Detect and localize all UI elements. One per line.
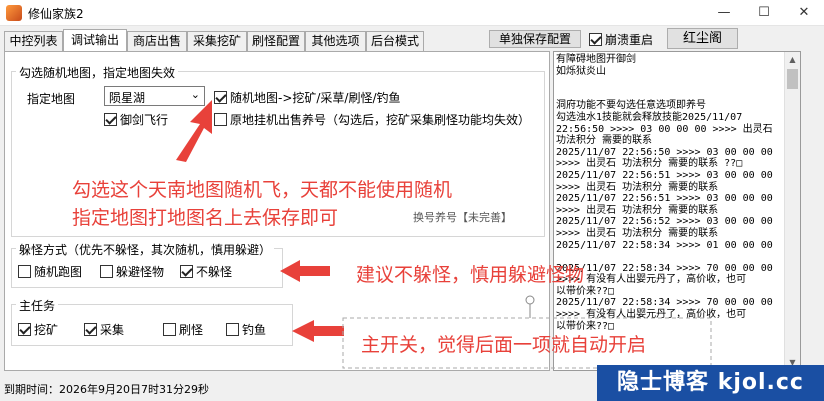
arrow-to-main-task <box>292 320 344 342</box>
annotation-specify-map: 指定地图打地图名上去保存即可 <box>72 207 339 229</box>
expiry-status: 到期时间：2026年9月20日7时31分29秒 <box>4 383 209 396</box>
watermark: 隐士博客 kjol.cc <box>597 365 824 401</box>
arrow-to-avoid-options <box>280 260 330 282</box>
arrow-to-random-map <box>176 100 212 162</box>
annotation-random-map: 勾选这个天南地图随机飞，天都不能使用随机 <box>72 179 453 201</box>
annotation-avoid-tip: 建议不躲怪，慎用躲避怪物 <box>356 264 585 286</box>
selection-handle <box>525 295 535 305</box>
annotation-main-switch: 主开关，觉得后面一项就自动开启 <box>361 334 647 356</box>
